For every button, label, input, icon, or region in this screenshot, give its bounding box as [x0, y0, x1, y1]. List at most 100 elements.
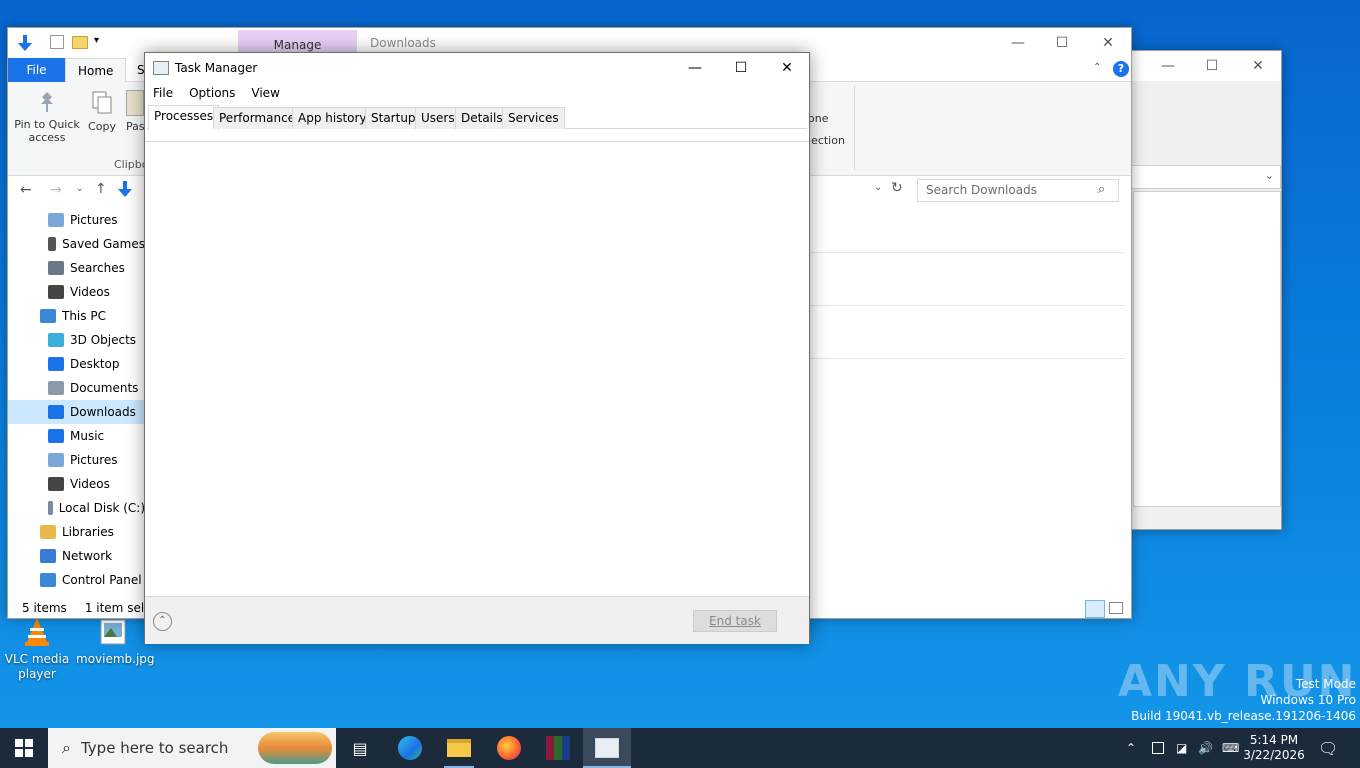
searches-icon: [48, 261, 64, 275]
tab-details[interactable]: Details: [455, 107, 509, 129]
tab-file[interactable]: File: [8, 58, 65, 82]
background-window[interactable]: — ☐ ✕ ⌄: [1130, 50, 1282, 530]
up-arrow-icon[interactable]: ↑: [95, 181, 107, 197]
address-dropdown[interactable]: ⌄: [1131, 165, 1281, 189]
tab-startup[interactable]: Startup: [365, 107, 422, 129]
chevron-up-icon[interactable]: ⌃: [1093, 62, 1101, 73]
winrar-icon[interactable]: [537, 728, 579, 768]
sidebar-item-searches[interactable]: Searches: [8, 256, 145, 280]
sidebar-item-control-panel[interactable]: Control Panel: [8, 568, 145, 592]
network-icon[interactable]: ◪: [1176, 728, 1187, 768]
sidebar-item-3d-objects[interactable]: 3D Objects: [8, 328, 145, 352]
edge-icon[interactable]: [390, 728, 430, 768]
sidebar-item-pictures[interactable]: Pictures: [8, 448, 145, 472]
sidebar-item-videos[interactable]: Videos: [8, 280, 145, 304]
minimize-icon[interactable]: —: [1145, 51, 1191, 81]
tab-strip: Processes Performance App history Startu…: [147, 105, 807, 130]
sidebar-item-videos[interactable]: Videos: [8, 472, 145, 496]
large-icons-view-icon[interactable]: [1109, 602, 1123, 614]
content-divider: [810, 252, 1124, 253]
item-count: 5 items: [22, 601, 67, 615]
sidebar-item-documents[interactable]: Documents: [8, 376, 145, 400]
copy-button[interactable]: Copy: [86, 88, 118, 133]
desktop-icon-moviemb[interactable]: moviemb.jpg: [76, 616, 155, 667]
start-button[interactable]: [0, 728, 48, 768]
show-hidden-icons[interactable]: ⌃: [1126, 728, 1136, 768]
properties-icon[interactable]: [50, 35, 64, 49]
sidebar-item-this-pc[interactable]: This PC: [8, 304, 145, 328]
sidebar-item-label: Searches: [70, 261, 125, 275]
firefox-icon[interactable]: [488, 728, 530, 768]
menu-view[interactable]: View: [243, 83, 287, 103]
close-icon[interactable]: ✕: [1085, 28, 1131, 58]
notifications-icon[interactable]: 🗨: [1318, 728, 1338, 768]
tab-processes[interactable]: Processes: [148, 105, 220, 130]
customize-toolbar-icon[interactable]: ▾: [94, 35, 99, 46]
close-icon[interactable]: ✕: [764, 53, 810, 83]
sidebar-item-music[interactable]: Music: [8, 424, 145, 448]
menu-file[interactable]: File: [145, 83, 181, 103]
sidebar-item-pictures[interactable]: Pictures: [8, 208, 145, 232]
search-icon: ⌕: [62, 738, 71, 757]
chevron-down-icon[interactable]: ⌄: [874, 182, 882, 193]
back-arrow-icon[interactable]: ←: [20, 182, 32, 198]
sidebar-item-desktop[interactable]: Desktop: [8, 352, 145, 376]
sidebar-item-label: Network: [62, 549, 113, 563]
volume-icon[interactable]: 🔊: [1198, 728, 1213, 768]
sidebar-item-label: Saved Games: [62, 237, 145, 251]
file-explorer-icon[interactable]: [438, 728, 480, 768]
downloads-arrow-icon[interactable]: [16, 34, 34, 55]
sidebar-item-label: Libraries: [62, 525, 114, 539]
select-none-button[interactable]: one: [808, 112, 828, 125]
refresh-icon[interactable]: ↻: [891, 180, 903, 196]
sidebar-item-label: Videos: [70, 477, 110, 491]
control-panel-icon: [40, 573, 56, 587]
help-icon[interactable]: ?: [1113, 61, 1129, 77]
paste-icon: [126, 90, 144, 116]
end-task-button[interactable]: End task: [693, 610, 777, 632]
tab-performance[interactable]: Performance: [213, 107, 302, 129]
sidebar-item-label: Pictures: [70, 213, 118, 227]
recent-locations-icon[interactable]: ⌄: [76, 184, 84, 194]
sidebar-item-libraries[interactable]: Libraries: [8, 520, 145, 544]
tray-icon-1[interactable]: [1152, 728, 1164, 768]
tab-home[interactable]: Home: [65, 58, 127, 83]
tab-services[interactable]: Services: [502, 107, 565, 129]
sidebar-item-label: Local Disk (C:): [58, 501, 145, 515]
pin-quick-access-button[interactable]: Pin to Quick access: [14, 88, 80, 144]
minimize-icon[interactable]: —: [995, 28, 1041, 58]
sidebar-item-label: Documents: [70, 381, 139, 395]
desktop-icon-label: moviemb.jpg: [76, 652, 155, 666]
sidebar-item-local-disk-c[interactable]: Local Disk (C:): [8, 496, 145, 520]
invert-selection-button[interactable]: lection: [808, 134, 845, 147]
chevron-down-icon: ⌄: [1264, 169, 1274, 182]
drive-icon: [48, 501, 53, 515]
input-icon[interactable]: ⌨: [1222, 728, 1239, 768]
sidebar-item-downloads[interactable]: Downloads: [8, 400, 145, 424]
task-manager-window[interactable]: Task Manager — ☐ ✕ File Options View Pro…: [144, 52, 810, 644]
search-icon[interactable]: ⌕: [1098, 182, 1105, 197]
task-manager-taskbar-icon[interactable]: [583, 728, 631, 768]
sidebar-item-network[interactable]: Network: [8, 544, 145, 568]
close-icon[interactable]: ✕: [1235, 51, 1281, 81]
minimize-icon[interactable]: —: [672, 53, 718, 83]
image-file-icon: [97, 616, 129, 648]
tab-app-history[interactable]: App history: [292, 107, 373, 129]
forward-arrow-icon[interactable]: →: [50, 182, 62, 198]
paste-button[interactable]: Pas: [126, 88, 146, 133]
taskbar-search[interactable]: ⌕ Type here to search: [48, 728, 336, 768]
new-folder-icon[interactable]: [72, 36, 88, 49]
tab-users[interactable]: Users: [415, 107, 461, 129]
processes-list[interactable]: [145, 141, 809, 596]
sidebar-item-saved-games[interactable]: Saved Games: [8, 232, 145, 256]
desktop-icon-vlc[interactable]: VLC media player: [0, 616, 74, 682]
maximize-icon[interactable]: ☐: [1039, 28, 1085, 58]
maximize-icon[interactable]: ☐: [718, 53, 764, 83]
search-input[interactable]: Search Downloads: [917, 179, 1119, 202]
details-view-icon[interactable]: [1085, 600, 1105, 618]
maximize-icon[interactable]: ☐: [1189, 51, 1235, 81]
menu-options[interactable]: Options: [181, 83, 243, 103]
clock[interactable]: 5:14 PM 3/22/2026: [1243, 728, 1305, 768]
fewer-details-icon[interactable]: ⌃: [153, 612, 172, 631]
task-view-icon[interactable]: ▤: [340, 728, 380, 768]
